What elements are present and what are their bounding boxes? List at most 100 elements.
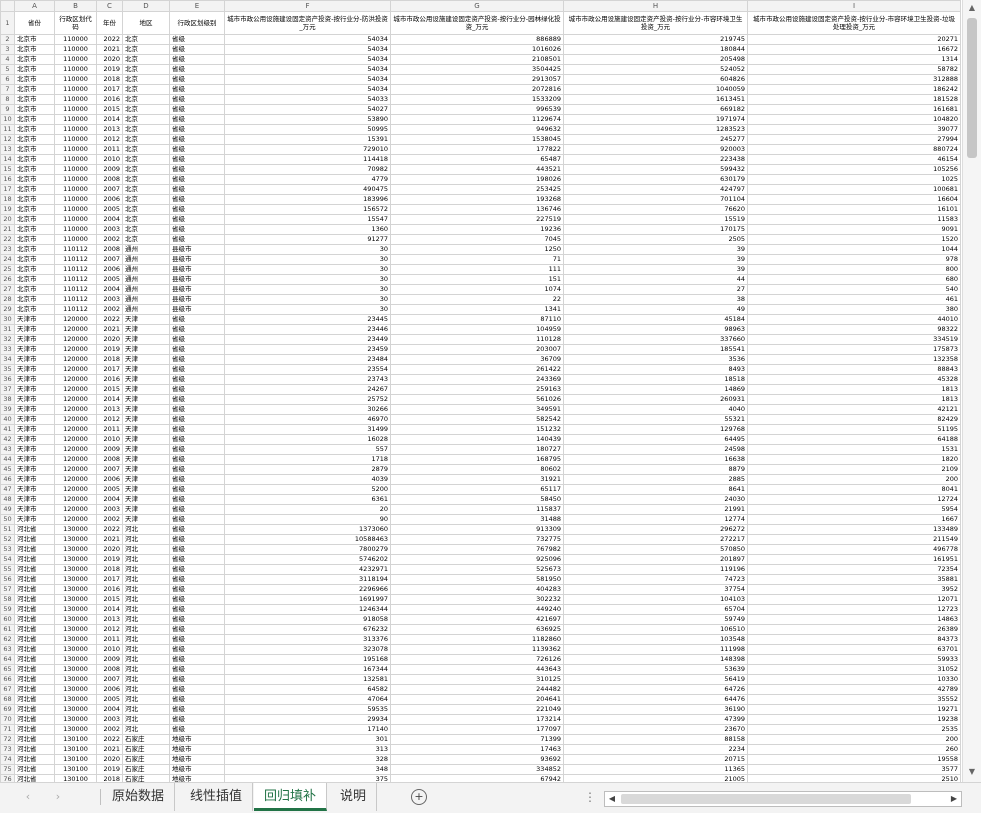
data-cell[interactable]: 天津市 <box>14 514 55 525</box>
row-number[interactable]: 25 <box>0 264 15 275</box>
data-cell[interactable]: 59749 <box>563 614 748 625</box>
data-cell[interactable]: 64495 <box>563 434 748 445</box>
row-number[interactable]: 33 <box>0 344 15 355</box>
data-cell[interactable]: 44 <box>563 274 748 285</box>
data-cell[interactable]: 河北省 <box>14 544 55 555</box>
data-cell[interactable]: 1613451 <box>563 94 748 105</box>
data-cell[interactable]: 130000 <box>54 724 97 735</box>
data-cell[interactable]: 27 <box>563 284 748 295</box>
data-cell[interactable]: 525673 <box>390 564 564 575</box>
data-cell[interactable]: 2018 <box>96 74 123 85</box>
data-cell[interactable]: 726126 <box>390 654 564 665</box>
data-cell[interactable]: 2010 <box>96 644 123 655</box>
data-cell[interactable]: 54034 <box>224 44 391 55</box>
data-cell[interactable]: 天津 <box>122 424 170 435</box>
data-cell[interactable]: 732775 <box>390 534 564 545</box>
data-cell[interactable]: 1182860 <box>390 634 564 645</box>
row-number[interactable]: 35 <box>0 364 15 375</box>
data-cell[interactable]: 54034 <box>224 54 391 65</box>
data-cell[interactable]: 65704 <box>563 604 748 615</box>
data-cell[interactable]: 313376 <box>224 634 391 645</box>
row-number[interactable]: 63 <box>0 644 15 655</box>
data-cell[interactable]: 886889 <box>390 34 564 45</box>
data-cell[interactable]: 177822 <box>390 144 564 155</box>
data-cell[interactable]: 88158 <box>563 734 748 745</box>
data-cell[interactable]: 河北省 <box>14 714 55 725</box>
data-cell[interactable]: 24267 <box>224 384 391 395</box>
data-cell[interactable]: 130000 <box>54 554 97 565</box>
data-cell[interactable]: 35881 <box>747 574 961 585</box>
row-number[interactable]: 38 <box>0 394 15 405</box>
column-header[interactable]: A <box>14 0 55 12</box>
data-cell[interactable]: 130000 <box>54 704 97 715</box>
data-cell[interactable]: 1813 <box>747 384 961 395</box>
data-cell[interactable]: 2004 <box>96 704 123 715</box>
data-cell[interactable]: 省级 <box>169 464 225 475</box>
data-cell[interactable]: 地级市 <box>169 754 225 765</box>
data-cell[interactable]: 21005 <box>563 774 748 782</box>
data-cell[interactable]: 3577 <box>747 764 961 775</box>
data-cell[interactable]: 98963 <box>563 324 748 335</box>
data-cell[interactable]: 省级 <box>169 454 225 465</box>
data-cell[interactable]: 920003 <box>563 144 748 155</box>
data-cell[interactable]: 443643 <box>390 664 564 675</box>
data-cell[interactable]: 省级 <box>169 484 225 495</box>
data-cell[interactable]: 省级 <box>169 54 225 65</box>
data-cell[interactable]: 45328 <box>747 374 961 385</box>
data-cell[interactable]: 天津市 <box>14 424 55 435</box>
header-cell[interactable]: 地区 <box>122 11 170 35</box>
data-cell[interactable]: 北京 <box>122 124 170 135</box>
data-cell[interactable]: 县级市 <box>169 304 225 315</box>
data-cell[interactable]: 110112 <box>54 294 97 305</box>
data-cell[interactable]: 天津 <box>122 514 170 525</box>
data-cell[interactable]: 2011 <box>96 144 123 155</box>
row-number[interactable]: 66 <box>0 674 15 685</box>
data-cell[interactable]: 63701 <box>747 644 961 655</box>
row-number[interactable]: 47 <box>0 484 15 495</box>
data-cell[interactable]: 石家庄 <box>122 764 170 775</box>
data-cell[interactable]: 181528 <box>747 94 961 105</box>
data-cell[interactable]: 2009 <box>96 654 123 665</box>
data-cell[interactable]: 北京市 <box>14 124 55 135</box>
data-cell[interactable]: 35552 <box>747 694 961 705</box>
more-options-icon[interactable]: ⋮ <box>584 790 596 804</box>
data-cell[interactable]: 120000 <box>54 484 97 495</box>
data-cell[interactable]: 375 <box>224 774 391 782</box>
data-cell[interactable]: 129768 <box>563 424 748 435</box>
data-cell[interactable]: 65117 <box>390 484 564 495</box>
data-cell[interactable]: 2006 <box>96 684 123 695</box>
data-cell[interactable]: 2020 <box>96 754 123 765</box>
data-cell[interactable]: 17140 <box>224 724 391 735</box>
data-cell[interactable]: 省级 <box>169 684 225 695</box>
data-cell[interactable]: 98322 <box>747 324 961 335</box>
data-cell[interactable]: 2019 <box>96 64 123 75</box>
data-cell[interactable]: 2018 <box>96 774 123 782</box>
data-cell[interactable]: 北京市 <box>14 74 55 85</box>
row-number[interactable]: 72 <box>0 734 15 745</box>
data-cell[interactable]: 1250 <box>390 244 564 255</box>
tab-raw-data[interactable]: 原始数据 <box>102 783 176 811</box>
data-cell[interactable]: 104103 <box>563 594 748 605</box>
data-cell[interactable]: 8641 <box>563 484 748 495</box>
data-cell[interactable]: 110000 <box>54 144 97 155</box>
data-cell[interactable]: 2010 <box>96 434 123 445</box>
data-cell[interactable]: 省级 <box>169 524 225 535</box>
data-cell[interactable]: 1813 <box>747 394 961 405</box>
data-cell[interactable]: 260931 <box>563 394 748 405</box>
row-number[interactable]: 48 <box>0 494 15 505</box>
data-cell[interactable]: 110000 <box>54 194 97 205</box>
data-cell[interactable]: 河北 <box>122 684 170 695</box>
data-cell[interactable]: 1531 <box>747 444 961 455</box>
data-cell[interactable]: 天津市 <box>14 474 55 485</box>
data-cell[interactable]: 120000 <box>54 364 97 375</box>
data-cell[interactable]: 2535 <box>747 724 961 735</box>
data-cell[interactable]: 30 <box>224 244 391 255</box>
data-cell[interactable]: 312888 <box>747 74 961 85</box>
data-cell[interactable]: 2014 <box>96 114 123 125</box>
data-cell[interactable]: 24598 <box>563 444 748 455</box>
data-cell[interactable]: 16028 <box>224 434 391 445</box>
data-cell[interactable]: 132358 <box>747 354 961 365</box>
data-cell[interactable]: 2020 <box>96 544 123 555</box>
spreadsheet-grid[interactable]: ABCDEFGHI 1 省份 行政区划代码 年份 地区 行政区划级别 城市市政公用设施建设固… <box>0 0 962 782</box>
row-number[interactable]: 18 <box>0 194 15 205</box>
